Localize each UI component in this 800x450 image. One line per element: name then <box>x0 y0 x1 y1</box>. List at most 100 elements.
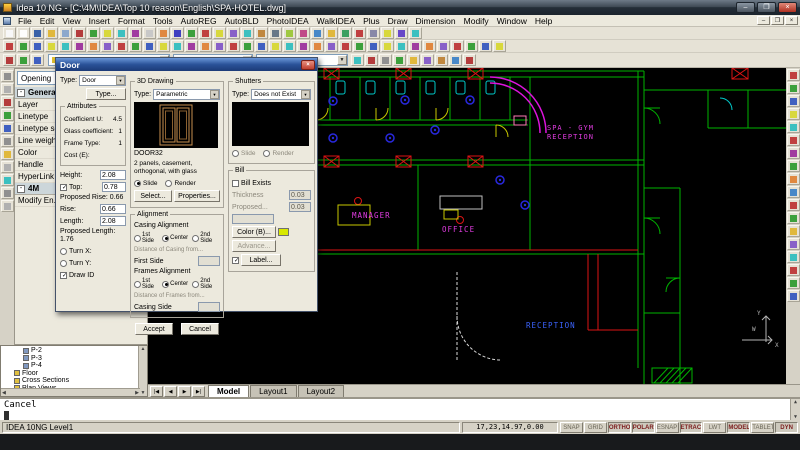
toolbar2-icon-14[interactable] <box>185 40 198 52</box>
menu-dimension[interactable]: Dimension <box>411 16 459 26</box>
right-tool-icon-4[interactable] <box>787 108 800 120</box>
radio-option-2nd-side[interactable]: 2nd Side <box>192 232 218 244</box>
bill-extra-field[interactable] <box>232 214 274 224</box>
chevron-down-icon[interactable] <box>116 76 125 85</box>
right-tool-icon-9[interactable] <box>787 173 800 185</box>
toolbar2-icon-15[interactable] <box>199 40 212 52</box>
right-tool-icon-3[interactable] <box>787 95 800 107</box>
menu-autobld[interactable]: AutoBLD <box>221 16 263 26</box>
toolbar1-icon-10[interactable] <box>129 27 142 39</box>
toolbar2-icon-6[interactable] <box>73 40 86 52</box>
toolbar1-icon-24[interactable] <box>325 27 338 39</box>
tab-layout2[interactable]: Layout2 <box>298 385 344 397</box>
menu-draw[interactable]: Draw <box>384 16 412 26</box>
toolbar2-icon-23[interactable] <box>311 40 324 52</box>
toolbar1-icon-12[interactable] <box>157 27 170 39</box>
mdi-minimize-button[interactable]: – <box>757 16 770 25</box>
status-toggle-grid[interactable]: GRID <box>584 422 607 433</box>
length-field[interactable]: 2.08 <box>100 216 126 226</box>
radio-option-center[interactable]: Center <box>162 235 188 242</box>
menu-modify[interactable]: Modify <box>460 16 493 26</box>
advance-button[interactable]: Advance... <box>232 240 276 252</box>
radio-option-1st-side[interactable]: 1st Side <box>134 278 158 290</box>
right-tool-icon-7[interactable] <box>787 147 800 159</box>
toolbar1-icon-18[interactable] <box>241 27 254 39</box>
right-tool-icon-17[interactable] <box>787 277 800 289</box>
label-button[interactable]: Label... <box>241 254 281 266</box>
turn-y-radio[interactable] <box>60 260 67 267</box>
status-toggle-polar[interactable]: POLAR <box>632 422 655 433</box>
menu-window[interactable]: Window <box>493 16 531 26</box>
right-tool-icon-8[interactable] <box>787 160 800 172</box>
scroll-right-icon[interactable]: ▶ <box>135 390 139 396</box>
left-tool-icon-7[interactable] <box>1 148 14 160</box>
maximize-button[interactable]: ❐ <box>757 2 776 13</box>
toolbar2-icon-35[interactable] <box>479 40 492 52</box>
tree-item[interactable]: Floor <box>1 370 147 378</box>
select-button[interactable]: Select... <box>134 190 172 202</box>
status-toggle-etrack[interactable]: ETRACK <box>680 422 703 433</box>
tree-item[interactable]: Cross Sections <box>1 377 147 385</box>
dialog-title-bar[interactable]: Door × <box>56 58 317 71</box>
right-tool-icon-18[interactable] <box>787 290 800 302</box>
toolbar2-icon-20[interactable] <box>269 40 282 52</box>
tree-horizontal-scrollbar[interactable]: ◀▶ <box>1 388 140 396</box>
close-button[interactable]: × <box>778 2 797 13</box>
toolbar1-icon-5[interactable] <box>59 27 72 39</box>
toolbar1-icon-20[interactable] <box>269 27 282 39</box>
status-toggle-tablet[interactable]: TABLET <box>751 422 774 433</box>
scroll-up-icon[interactable]: ▲ <box>141 346 146 352</box>
chevron-down-icon[interactable] <box>210 90 219 99</box>
right-tool-icon-12[interactable] <box>787 212 800 224</box>
toolbar1-icon-26[interactable] <box>353 27 366 39</box>
toolbar1-icon-17[interactable] <box>227 27 240 39</box>
toolbar2-icon-5[interactable] <box>59 40 72 52</box>
scroll-left-icon[interactable]: ◀ <box>2 390 6 396</box>
left-tool-icon-6[interactable] <box>1 135 14 147</box>
collapse-icon[interactable]: - <box>17 89 25 97</box>
toolbar1-icon-29[interactable] <box>395 27 408 39</box>
casing-side-field[interactable] <box>198 302 220 312</box>
props-icon-r-8[interactable] <box>449 54 462 66</box>
tab-nav-button-3[interactable]: ▶ <box>178 386 191 397</box>
toolbar1-icon-19[interactable] <box>255 27 268 39</box>
toolbar2-icon-3[interactable] <box>31 40 44 52</box>
toolbar2-icon-33[interactable] <box>451 40 464 52</box>
toolbar2-icon-4[interactable] <box>45 40 58 52</box>
command-scrollbar[interactable]: ▲▼ <box>790 399 800 420</box>
props-icon-r-4[interactable] <box>393 54 406 66</box>
toolbar1-icon-9[interactable] <box>115 27 128 39</box>
left-tool-icon-1[interactable] <box>1 70 14 82</box>
turn-x-radio[interactable] <box>60 248 67 255</box>
toolbar2-icon-8[interactable] <box>101 40 114 52</box>
label-checkbox[interactable] <box>232 257 239 264</box>
toolbar2-icon-32[interactable] <box>437 40 450 52</box>
toolbar2-icon-1[interactable] <box>3 40 16 52</box>
menu-walkidea[interactable]: WalkIDEA <box>313 16 359 26</box>
shutters-type-combo[interactable]: Does not Exist <box>251 89 311 100</box>
toolbar2-icon-25[interactable] <box>339 40 352 52</box>
properties-button[interactable]: Properties... <box>174 190 220 202</box>
menu-insert[interactable]: Insert <box>85 16 114 26</box>
right-tool-icon-2[interactable] <box>787 82 800 94</box>
right-tool-icon-5[interactable] <box>787 121 800 133</box>
left-tool-icon-3[interactable] <box>1 96 14 108</box>
menu-format[interactable]: Format <box>114 16 149 26</box>
bill-proposed-field[interactable]: 0.03 <box>289 202 311 212</box>
rise-field[interactable]: 0.66 <box>100 204 126 214</box>
toolbar2-icon-29[interactable] <box>395 40 408 52</box>
right-tool-icon-14[interactable] <box>787 238 800 250</box>
right-tool-icon-16[interactable] <box>787 264 800 276</box>
tree-item[interactable]: P-4 <box>1 362 147 370</box>
toolbar2-icon-28[interactable] <box>381 40 394 52</box>
toolbar1-icon-14[interactable] <box>185 27 198 39</box>
props-icon-r-5[interactable] <box>407 54 420 66</box>
status-toggle-snap[interactable]: SNAP <box>560 422 583 433</box>
left-tool-icon-4[interactable] <box>1 109 14 121</box>
dialog-close-button[interactable]: × <box>301 60 315 70</box>
radio-option-center[interactable]: Center <box>162 281 188 288</box>
props-icon-r-7[interactable] <box>435 54 448 66</box>
toolbar1-icon-3[interactable] <box>31 27 44 39</box>
collapse-icon[interactable]: - <box>17 185 25 193</box>
toolbar1-icon-16[interactable] <box>213 27 226 39</box>
